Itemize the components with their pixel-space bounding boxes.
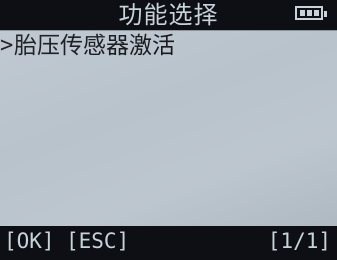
menu-item-label: 胎压传感器激活 <box>14 33 175 59</box>
battery-level-segment <box>307 10 312 16</box>
battery-terminal <box>324 11 327 17</box>
selection-cursor-icon: > <box>0 33 14 58</box>
ok-button[interactable]: [OK] <box>4 226 55 256</box>
footer-bar: [OK] [ESC] [1/1] <box>0 226 337 260</box>
battery-full-icon <box>295 6 327 20</box>
title-bar: 功能选择 <box>0 0 337 30</box>
menu-item-tpms-sensor-activation[interactable]: > 胎压传感器激活 <box>0 31 337 61</box>
page-indicator: [1/1] <box>267 229 331 253</box>
function-menu: > 胎压传感器激活 <box>0 31 337 61</box>
esc-button[interactable]: [ESC] <box>66 226 129 256</box>
battery-level-segment <box>314 10 319 16</box>
page-title: 功能选择 <box>118 1 219 29</box>
device-screen: 功能选择 > 胎压传感器激活 [OK] [ESC] [1/1] <box>0 0 337 260</box>
battery-level-segment <box>300 10 305 16</box>
